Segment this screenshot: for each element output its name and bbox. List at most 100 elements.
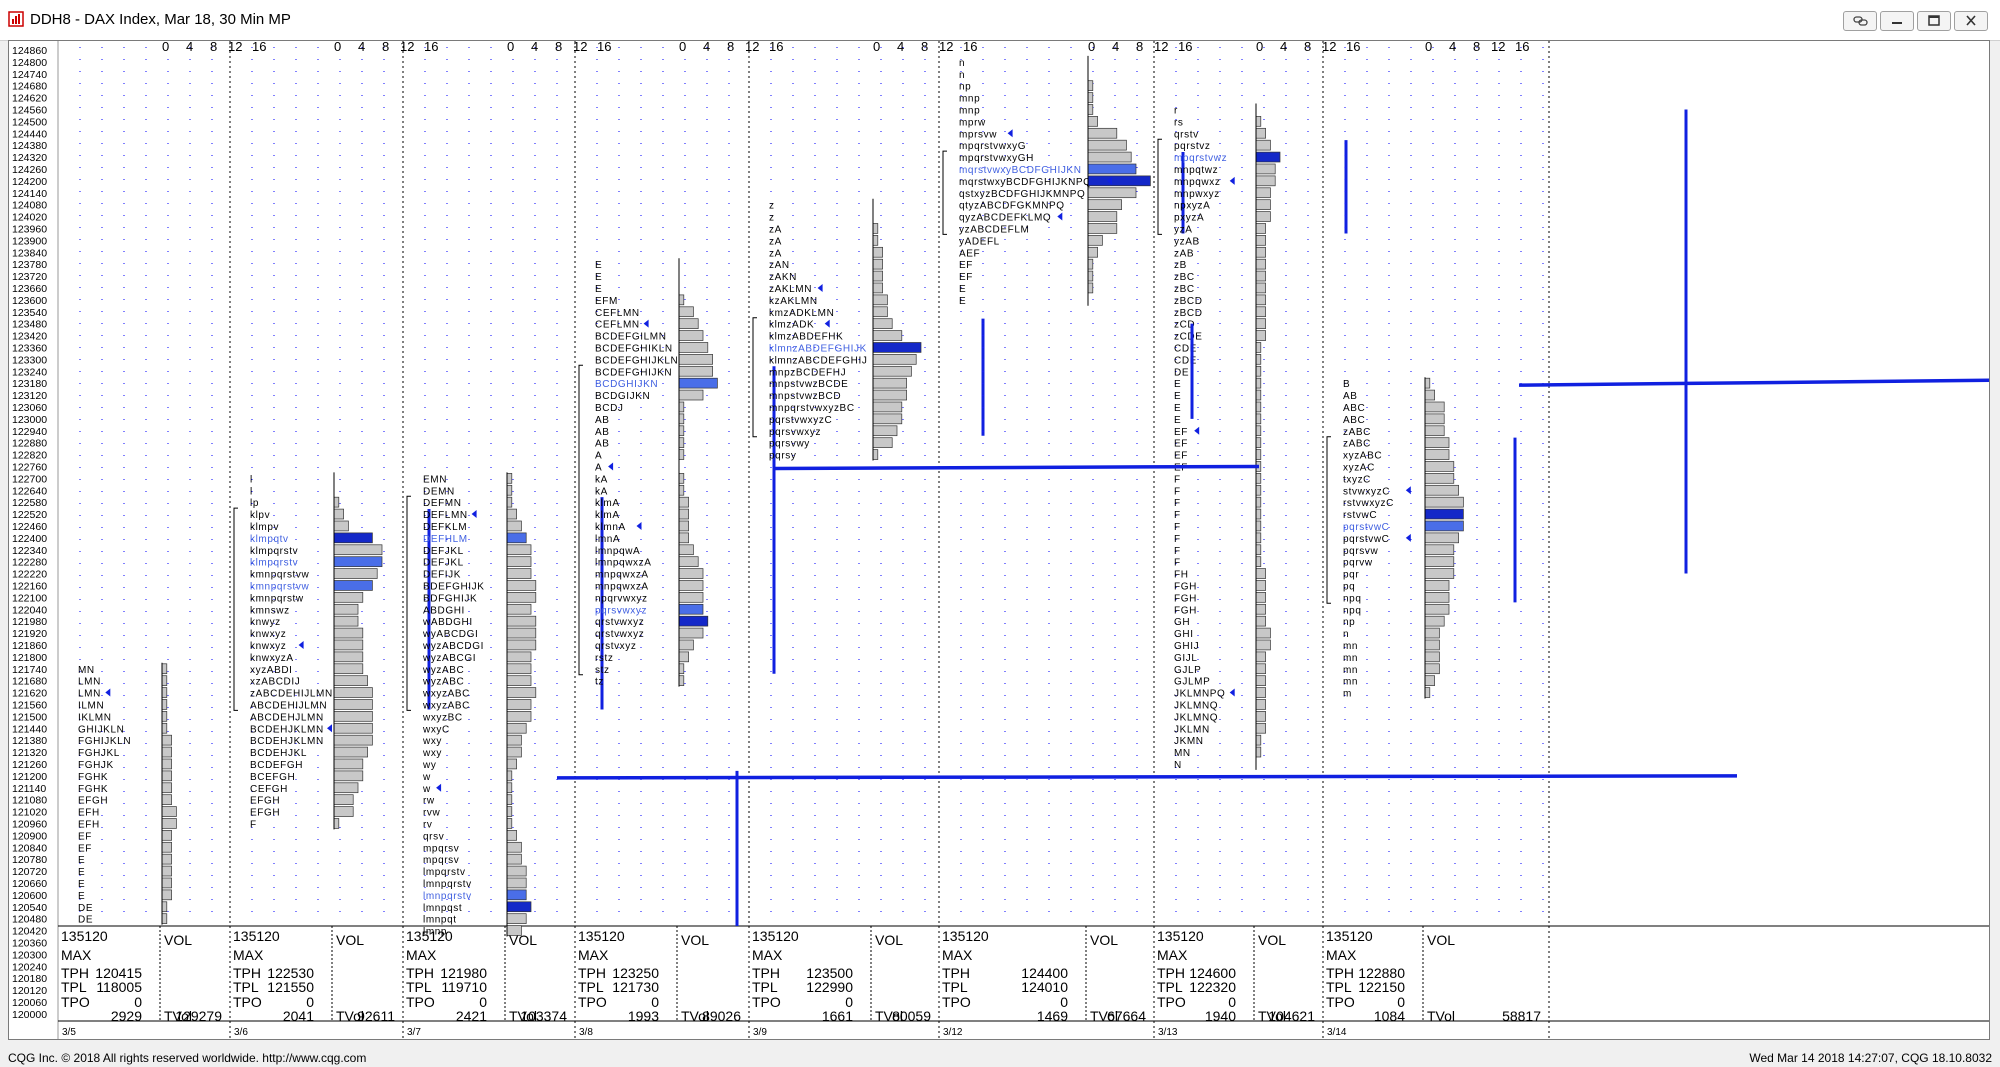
volume-scale-label: 8	[555, 41, 562, 54]
volume-histogram-bar	[678, 603, 704, 615]
price-tick-label: 124380	[12, 140, 47, 152]
tpo-row-letters: wyzABC	[422, 677, 464, 688]
volume-histogram-bar	[506, 663, 532, 675]
volume-histogram-bar	[1424, 603, 1450, 615]
tpo-marker-triangle	[1007, 129, 1013, 138]
volume-histogram-bar	[678, 651, 689, 663]
volume-histogram-bar	[506, 794, 513, 805]
tpo-row-letters: mpqrstvwxyGH	[959, 153, 1034, 164]
tpo-row-letters: DEFIJK	[423, 570, 461, 581]
price-tick-label: 123180	[12, 378, 47, 390]
tpo-row-letters: FGHJK	[78, 760, 114, 771]
volume-histogram-bar	[678, 294, 685, 306]
volume-histogram-bar	[1255, 520, 1262, 532]
stats-tpo-label: TPO	[406, 994, 435, 1010]
stats-tpo-label: TPO	[1157, 994, 1186, 1010]
tpo-row-letters: F	[1174, 522, 1181, 533]
tpo-row-letters: ABDGHI	[423, 605, 465, 616]
tpo-row-letters: N	[1174, 760, 1182, 771]
price-tick-label: 120720	[12, 866, 47, 878]
link-icon	[1853, 16, 1868, 26]
tpo-row-letters: mnpqtwz	[1174, 165, 1218, 176]
volume-histogram-bar	[333, 806, 354, 817]
tpo-row-letters: E	[78, 891, 85, 902]
tpo-row-letters: F	[1174, 534, 1181, 545]
tpo-row-letters: wABDGHI	[422, 617, 473, 628]
volume-histogram-bar	[872, 282, 883, 294]
tpo-range-bracket	[406, 495, 411, 711]
session-date-label: 3/14	[1327, 1027, 1347, 1038]
tpo-range-bracket	[578, 364, 583, 676]
volume-histogram-bar	[1255, 639, 1271, 651]
tpo-row-letters: EFM	[595, 296, 618, 307]
price-tick-label: 124260	[12, 164, 47, 176]
volume-histogram-bar	[1255, 592, 1266, 603]
link-button[interactable]	[1843, 11, 1877, 31]
stats-vol-label: VOL	[1090, 932, 1118, 948]
volume-histogram-bar	[1087, 211, 1118, 222]
volume-histogram-bar	[1255, 532, 1262, 544]
tpo-row-letters: pqrvw	[1343, 558, 1373, 569]
volume-histogram-bar	[1255, 354, 1262, 365]
price-tick-label: 121620	[12, 688, 47, 700]
chart-area[interactable]: 124860 124800 124740 124680 124620 124560 1245…	[8, 40, 1990, 1040]
volume-histogram-bar	[1255, 401, 1262, 413]
status-bar: CQG Inc. © 2018 All rights reserved worl…	[0, 1048, 2000, 1067]
tpo-row-letters: qrstv	[1174, 129, 1199, 140]
volume-histogram-bar	[506, 615, 537, 627]
volume-histogram-bar	[161, 853, 172, 865]
tpo-row-letters: F	[1174, 474, 1181, 485]
tpo-row-letters: lmnpqst	[423, 903, 462, 914]
volume-scale-label: 16	[597, 41, 611, 54]
price-tick-label: 120840	[12, 842, 47, 854]
stats-max-label: MAX	[1157, 947, 1188, 963]
tpo-row-letters: BCDEHJKLMN	[250, 736, 324, 747]
volume-histogram-bar	[161, 830, 172, 841]
volume-histogram-bar	[333, 544, 383, 556]
volume-scale-label: 16	[424, 41, 438, 54]
volume-scale-label: 8	[210, 41, 217, 54]
tpo-row-letters: DEFMN	[423, 498, 462, 509]
volume-histogram-bar	[1424, 580, 1450, 591]
stats-vol-label: VOL	[681, 932, 709, 948]
volume-scale-label: 16	[252, 41, 266, 54]
volume-histogram-bar	[506, 865, 527, 877]
volume-histogram-bar	[1255, 127, 1266, 139]
tpo-row-letters: mprsvw	[959, 129, 997, 140]
volume-histogram-bar	[678, 425, 685, 437]
tpo-row-letters: qtyzABCDFGKMNPQ	[959, 201, 1065, 212]
volume-histogram-bar	[506, 484, 513, 496]
price-tick-label: 122400	[12, 533, 47, 545]
volume-histogram-bar	[333, 675, 368, 686]
volume-scale-label: 16	[1515, 41, 1529, 54]
price-tick-label: 120180	[12, 973, 47, 985]
volume-histogram-bar	[1255, 651, 1266, 663]
price-tick-label: 123540	[12, 307, 47, 319]
tpo-row-letters: GH	[1174, 617, 1190, 628]
tpo-row-letters: wxy	[422, 748, 442, 759]
price-tick-label: 124620	[12, 93, 47, 105]
volume-histogram-bar	[1255, 151, 1281, 163]
tpo-row-letters: stz	[595, 665, 610, 676]
tpo-row-letters: rstvwC	[1343, 510, 1377, 521]
tpo-row-letters: qrstvxyz	[595, 641, 636, 652]
price-tick-label: 121080	[12, 795, 47, 807]
tpo-row-letters: BCDEFGHIKLN	[595, 343, 673, 354]
stats-tpo-count: 2421	[456, 1008, 487, 1024]
price-tick-label: 120600	[12, 890, 47, 902]
market-profile-chart[interactable]: 1248601248001247401246801246201245601245…	[9, 41, 1989, 1039]
minimize-icon	[1892, 22, 1902, 24]
tpo-row-letters: npq	[1343, 593, 1362, 604]
tpo-row-letters: E	[595, 260, 602, 271]
minimize-button[interactable]	[1880, 11, 1914, 31]
restore-button[interactable]	[1917, 11, 1951, 31]
tpo-marker-triangle	[824, 319, 830, 328]
tpo-row-letters: GHI	[1174, 629, 1194, 640]
volume-scale-label: 16	[1346, 41, 1360, 54]
stats-tpo-count: 1084	[1374, 1008, 1405, 1024]
volume-histogram-bar	[506, 901, 532, 913]
volume-histogram-bar	[678, 330, 704, 341]
close-button[interactable]	[1954, 11, 1988, 31]
tpo-row-letters: xyzABDI	[250, 665, 293, 676]
volume-histogram-bar	[333, 818, 340, 829]
